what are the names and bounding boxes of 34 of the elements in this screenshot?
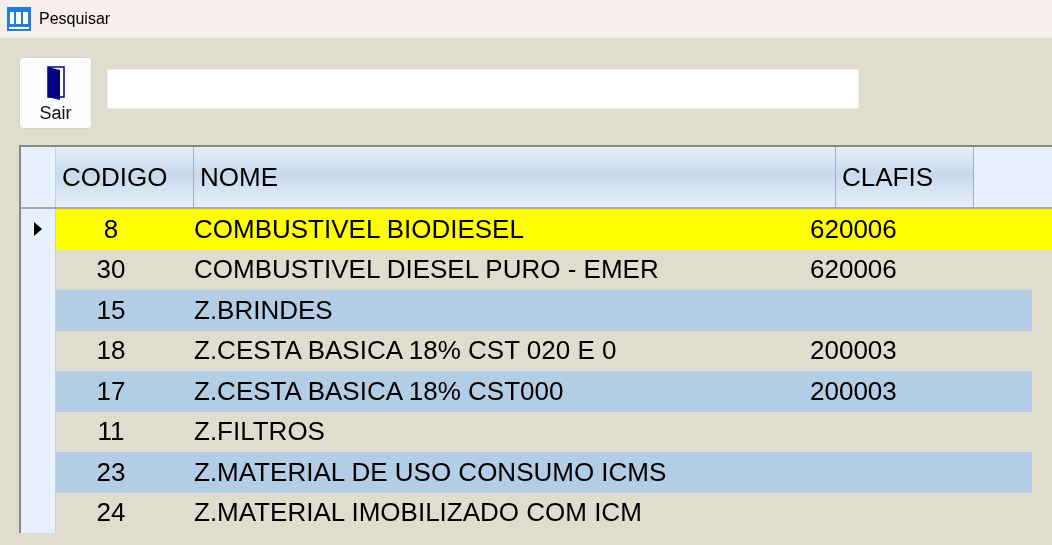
table-cell: 620006 <box>810 213 897 245</box>
door-icon <box>45 65 66 101</box>
header-corner <box>21 147 56 207</box>
table-cell: 200003 <box>810 375 897 407</box>
table-cell-text: 8 <box>102 213 120 245</box>
table-row[interactable]: 23 Z.MATERIAL DE USO CONSUMO ICMS <box>56 452 1032 493</box>
table-cell-text: 15 <box>95 294 127 326</box>
table-cell-text: 24 <box>95 497 127 529</box>
table-cell-text: Z.MATERIAL DE USO CONSUMO ICMS <box>193 456 668 488</box>
table-cell-text: COMBUSTIVEL DIESEL PURO - EMER <box>193 254 660 286</box>
row-indicator[interactable] <box>21 209 56 250</box>
table-cell-text: COMBUSTIVEL BIODIESEL <box>193 213 525 245</box>
column-header[interactable]: CLAFIS <box>836 147 974 207</box>
window-title: Pesquisar <box>39 10 111 28</box>
table-cell-text: 18 <box>95 335 127 367</box>
table-cell-text: Z.CESTA BASICA 18% CST 020 E 0 <box>193 335 618 367</box>
table-cell-text: Z.MATERIAL IMOBILIZADO COM ICM <box>193 497 643 529</box>
column-header[interactable]: NOME <box>194 147 836 207</box>
table-row[interactable]: 8 COMBUSTIVEL BIODIESEL 620006 <box>56 209 1052 250</box>
table-row[interactable]: 17 Z.CESTA BASICA 18% CST000 200003 <box>56 371 1032 412</box>
table-cell-text: 17 <box>95 375 127 407</box>
search-field[interactable] <box>107 69 859 109</box>
app-logo-icon <box>7 7 31 31</box>
table-cell: 200003 <box>810 335 897 367</box>
table-cell-text: Z.FILTROS <box>193 416 326 448</box>
table-cell-text: 30 <box>95 254 127 286</box>
table-cell: 620006 <box>810 254 897 286</box>
column-header[interactable]: CODIGO <box>56 147 194 207</box>
table-row[interactable]: 15 Z.BRINDES <box>56 290 1032 331</box>
table-cell-text: 11 <box>96 416 126 448</box>
table-cell-text: 23 <box>95 456 127 488</box>
table-cell-text: Z.CESTA BASICA 18% CST000 <box>193 375 565 407</box>
table-cell-text: Z.BRINDES <box>193 294 334 326</box>
exit-button[interactable]: Sair <box>19 57 92 129</box>
